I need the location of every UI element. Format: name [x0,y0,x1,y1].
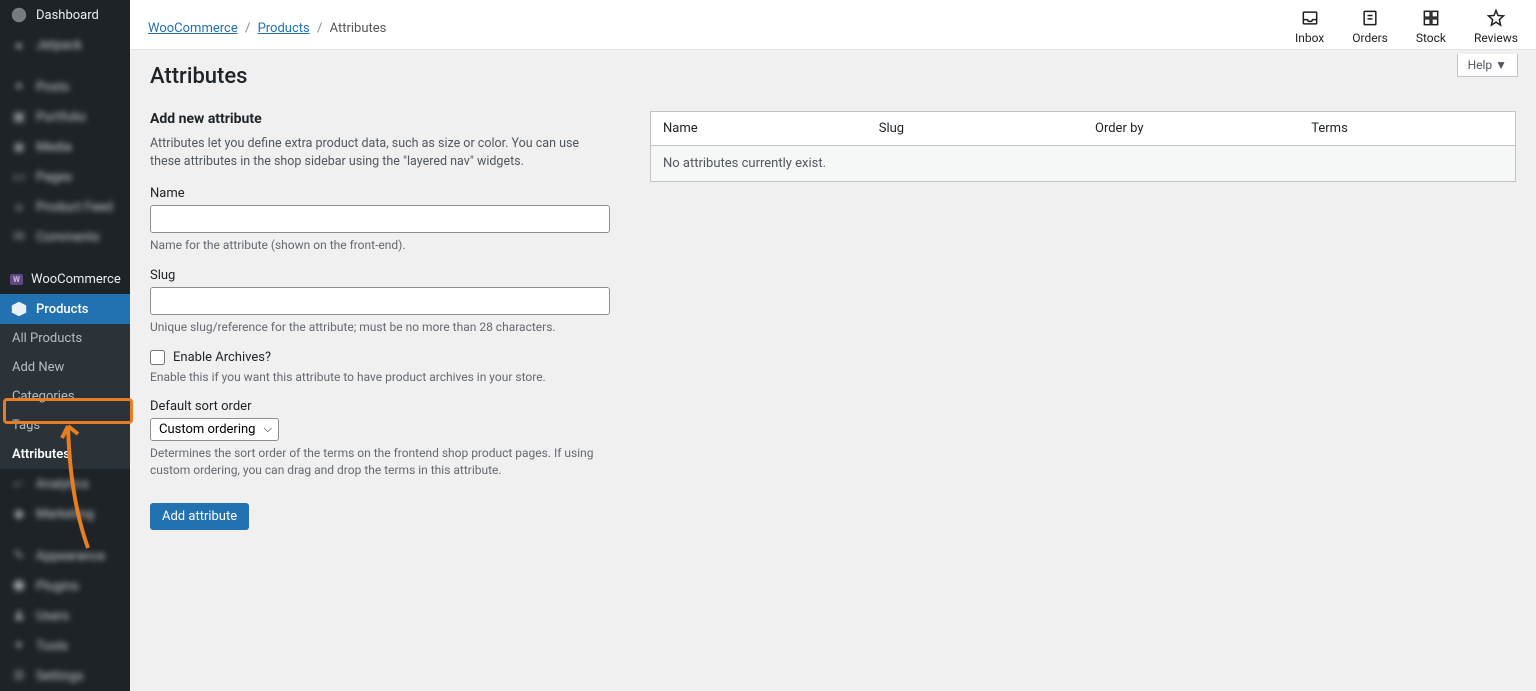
sort-order-label: Default sort order [150,399,610,414]
slug-input[interactable] [150,287,610,315]
sidebar-item-blurred[interactable]: ▣Portfolio [0,102,130,132]
tools-icon: ✦ [10,637,28,655]
sidebar-label: Products [36,302,88,317]
sidebar-sub-attributes[interactable]: Attributes [0,440,130,469]
sidebar-item-blurred[interactable]: ⬿Analytics [0,469,130,499]
attributes-table-container: Name Slug Order by Terms No attributes c… [650,111,1516,530]
sidebar-item-woocommerce[interactable]: W WooCommerce [0,264,130,294]
star-icon [1486,8,1506,28]
settings-icon: ⚙ [10,667,28,685]
enable-archives-checkbox[interactable] [150,350,165,365]
generic-icon: ● [10,36,28,54]
media-icon: ◉ [10,138,28,156]
col-terms: Terms [1299,112,1515,146]
stock-icon [1421,8,1441,28]
breadcrumb-woocommerce[interactable]: WooCommerce [148,21,238,36]
inbox-icon [1300,8,1320,28]
comment-icon: ✉ [10,228,28,246]
sidebar-label: WooCommerce [31,272,121,287]
sort-order-select[interactable]: Custom ordering [150,418,279,441]
topbar-inbox[interactable]: Inbox [1295,8,1324,45]
feed-icon: ≡ [10,198,28,216]
sidebar-item-dashboard[interactable]: Dashboard [0,0,130,30]
sidebar-item-blurred[interactable]: ≡Product Feed [0,192,130,222]
archives-help-text: Enable this if you want this attribute t… [150,369,610,386]
name-help-text: Name for the attribute (shown on the fro… [150,237,610,254]
page-title: Attributes [150,64,1516,89]
sidebar-sub-categories[interactable]: Categories [0,382,130,411]
topbar-reviews[interactable]: Reviews [1474,8,1518,45]
brush-icon: ✎ [10,547,28,565]
table-empty-row: No attributes currently exist. [651,146,1516,182]
portfolio-icon: ▣ [10,108,28,126]
chart-icon: ⬿ [10,475,28,493]
sidebar-item-blurred[interactable]: ♟Users [0,601,130,631]
users-icon: ♟ [10,607,28,625]
sidebar-item-blurred[interactable]: ●Jetpack [0,30,130,60]
sort-help-text: Determines the sort order of the terms o… [150,445,610,479]
sidebar-item-blurred[interactable]: ✦Tools [0,631,130,661]
sidebar-item-blurred[interactable]: ✦Posts [0,72,130,102]
sidebar-sub-all-products[interactable]: All Products [0,324,130,353]
main-content: WooCommerce / Products / Attributes Inbo… [130,0,1536,691]
breadcrumb: WooCommerce / Products / Attributes [148,21,1267,36]
sidebar-item-blurred[interactable]: ✉Comments [0,222,130,252]
topbar-stock[interactable]: Stock [1416,8,1446,45]
sidebar-item-blurred[interactable]: ⬣Plugins [0,571,130,601]
slug-help-text: Unique slug/reference for the attribute;… [150,319,610,336]
sidebar-sub-add-new[interactable]: Add New [0,353,130,382]
admin-sidebar: Dashboard ●Jetpack ✦Posts ▣Portfolio ◉Me… [0,0,130,691]
col-orderby: Order by [1083,112,1299,146]
slug-label: Slug [150,268,610,283]
topbar: WooCommerce / Products / Attributes Inbo… [130,0,1536,50]
section-heading: Add new attribute [150,111,610,127]
sidebar-item-blurred[interactable]: ◆Marketing [0,499,130,529]
megaphone-icon: ◆ [10,505,28,523]
section-description: Attributes let you define extra product … [150,135,610,170]
add-attribute-button[interactable]: Add attribute [150,503,249,530]
sidebar-item-blurred[interactable]: ✎Appearance [0,541,130,571]
dashboard-icon [10,6,28,24]
col-slug: Slug [867,112,1083,146]
empty-message: No attributes currently exist. [651,146,1516,182]
sidebar-label: Dashboard [36,8,99,23]
page-icon: ▭ [10,168,28,186]
woocommerce-icon: W [10,270,23,288]
sidebar-item-products[interactable]: Products [0,294,130,324]
orders-icon [1360,8,1380,28]
plugin-icon: ⬣ [10,577,28,595]
sidebar-sub-tags[interactable]: Tags [0,411,130,440]
products-icon [10,300,28,318]
enable-archives-label: Enable Archives? [173,350,271,365]
name-input[interactable] [150,205,610,233]
sidebar-item-blurred[interactable]: ◉Media [0,132,130,162]
sidebar-item-blurred[interactable]: ⚙Settings [0,661,130,691]
help-tab[interactable]: Help ▼ [1457,54,1518,77]
breadcrumb-current: Attributes [330,21,387,36]
col-name: Name [651,112,867,146]
topbar-orders[interactable]: Orders [1352,8,1388,45]
add-attribute-form: Add new attribute Attributes let you def… [150,111,610,530]
breadcrumb-products[interactable]: Products [258,21,310,36]
sidebar-item-blurred[interactable]: ▭Pages [0,162,130,192]
attributes-table: Name Slug Order by Terms No attributes c… [650,111,1516,182]
pin-icon: ✦ [10,78,28,96]
name-label: Name [150,186,610,201]
